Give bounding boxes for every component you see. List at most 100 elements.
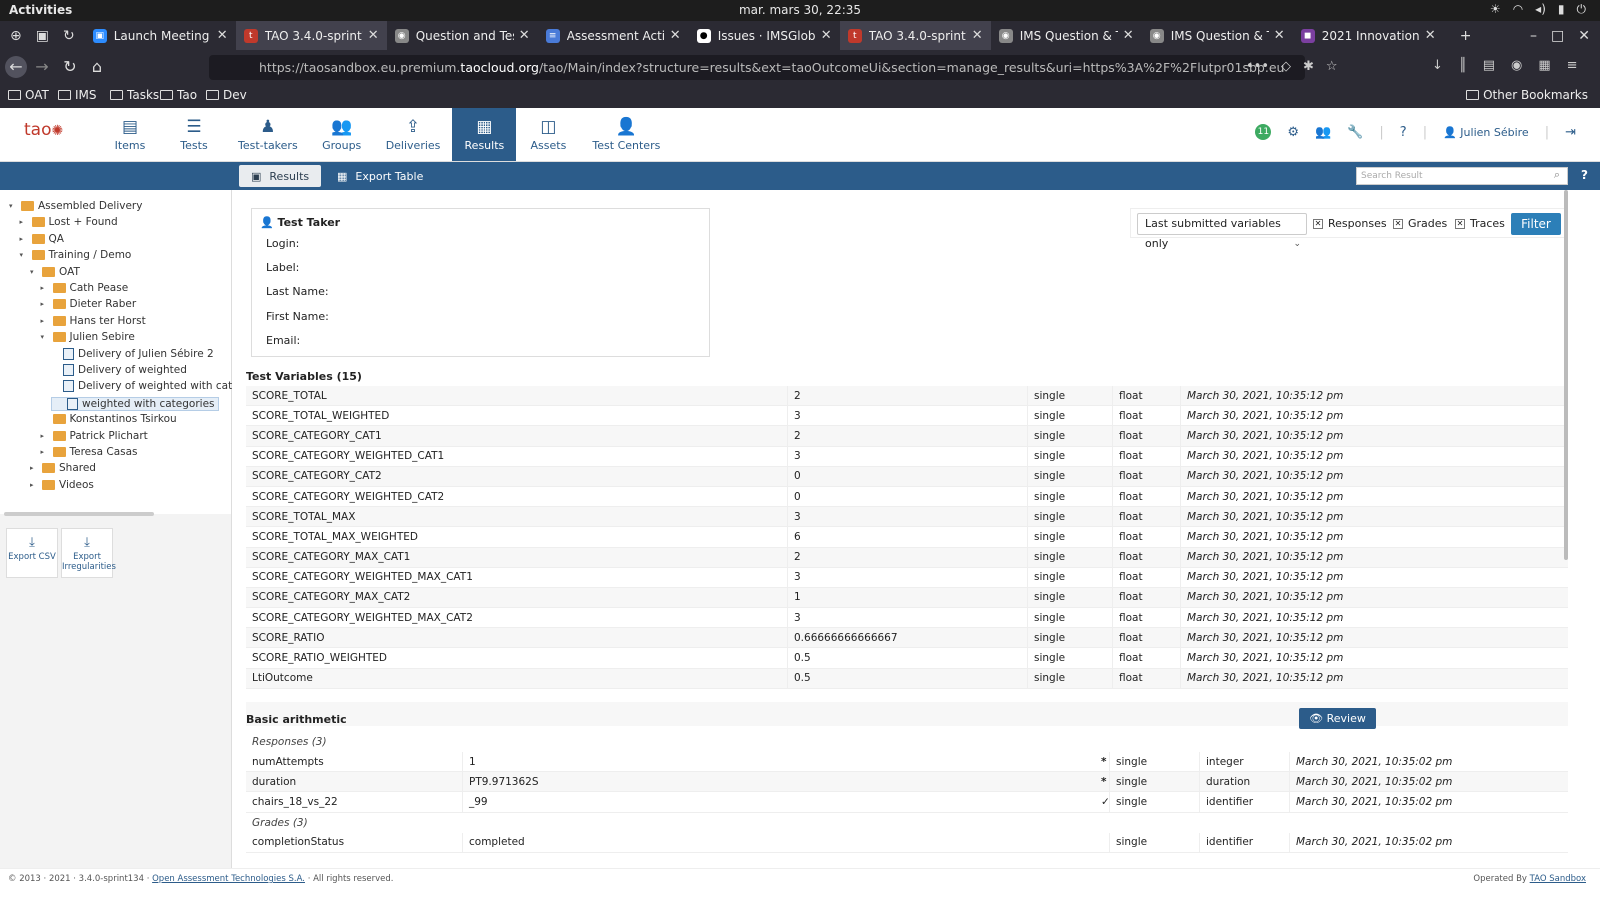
firefox-view-icon[interactable]: ⊕: [10, 28, 22, 44]
user-menu[interactable]: 👤 Julien Sébire: [1443, 126, 1529, 139]
export-table-button[interactable]: ▦ Export Table: [325, 165, 435, 187]
expand-toggle-icon[interactable]: ▾: [9, 202, 17, 210]
close-tab-icon[interactable]: ✕: [821, 28, 832, 43]
power-icon[interactable]: ⏻: [1577, 2, 1587, 17]
nav-items[interactable]: ▤ Items: [98, 108, 162, 161]
more-actions-icon[interactable]: •••: [1246, 59, 1269, 74]
bookmark-star-icon[interactable]: ☆: [1326, 59, 1338, 74]
search-icon[interactable]: ⌕: [1554, 168, 1560, 182]
main-vertical-scrollbar[interactable]: [1564, 190, 1568, 560]
tree-node[interactable]: ▸ Lost + Found: [20, 216, 118, 228]
oat-link[interactable]: Open Assessment Technologies S.A.: [152, 874, 305, 884]
forward-icon[interactable]: →: [31, 56, 53, 78]
tree-node[interactable]: ▾ Training / Demo: [20, 249, 132, 261]
browser-tab[interactable]: ● Issues · IMSGlobal/ ✕: [689, 21, 840, 50]
review-button[interactable]: 👁 Review: [1299, 708, 1376, 729]
tree-node[interactable]: ▸ QA: [20, 233, 64, 245]
tree-node[interactable]: ▸ Shared: [30, 462, 96, 474]
tree-node[interactable]: ▾ OAT: [30, 266, 80, 278]
close-tab-icon[interactable]: ✕: [972, 28, 983, 43]
back-icon[interactable]: ←: [5, 56, 27, 78]
notification-badge[interactable]: 11: [1255, 124, 1272, 140]
clock[interactable]: mar. mars 30, 22:35: [0, 3, 1600, 17]
expand-toggle-icon[interactable]: ▾: [20, 251, 28, 259]
expand-toggle-icon[interactable]: ▾: [41, 333, 49, 341]
nav-deliveries[interactable]: ⇪ Deliveries: [374, 108, 453, 161]
tree-node[interactable]: ▸ Dieter Raber: [41, 298, 137, 310]
tree-node[interactable]: ▾ Assembled Delivery: [9, 200, 142, 212]
tree-horizontal-scrollbar[interactable]: [4, 512, 154, 516]
tools-wrench-icon[interactable]: 🔧: [1347, 125, 1363, 140]
logout-icon[interactable]: ⇥: [1565, 125, 1576, 140]
browser-tab[interactable]: ▣ Launch Meeting - ✕: [85, 21, 236, 50]
browser-tab[interactable]: ◉ IMS Question & Te ✕: [1142, 21, 1293, 50]
nav-results[interactable]: ▦ Results: [452, 108, 517, 161]
expand-toggle-icon[interactable]: ▸: [30, 481, 38, 489]
settings-gears-icon[interactable]: ⚙: [1287, 125, 1299, 140]
loading-tab-icon[interactable]: ↻: [63, 28, 75, 44]
browser-tab[interactable]: ◉ Question and Test ✕: [387, 21, 538, 50]
close-tab-icon[interactable]: ✕: [368, 28, 379, 43]
expand-toggle-icon[interactable]: ▸: [20, 235, 28, 243]
filter-button[interactable]: Filter: [1511, 213, 1561, 235]
extensions-icon[interactable]: ▦: [1538, 58, 1550, 73]
bookmark-folder[interactable]: Dev: [206, 88, 247, 102]
tab-results[interactable]: ▣ Results: [239, 165, 321, 187]
new-tab-icon[interactable]: +: [1460, 28, 1472, 44]
other-bookmarks[interactable]: Other Bookmarks: [1466, 88, 1588, 102]
bookmark-folder[interactable]: Tao: [160, 88, 197, 102]
traces-checkbox[interactable]: ✕ Traces: [1455, 217, 1505, 230]
bookmark-folder[interactable]: IMS: [58, 88, 97, 102]
grades-checkbox[interactable]: ✕ Grades: [1393, 217, 1447, 230]
help-icon[interactable]: ?: [1400, 125, 1407, 140]
tao-logo[interactable]: tao✺: [24, 120, 63, 140]
export-csv-button[interactable]: ⤓ Export CSV: [6, 528, 58, 578]
tree-node[interactable]: Delivery of weighted with categor: [51, 380, 256, 393]
browser-tab[interactable]: ◼ 2021 Innovations ✕: [1293, 21, 1444, 50]
weather-icon[interactable]: ☀: [1490, 2, 1501, 17]
maximize-icon[interactable]: □: [1551, 28, 1564, 44]
bookmark-folder[interactable]: OAT: [8, 88, 49, 102]
nav-tests[interactable]: ☰ Tests: [162, 108, 226, 161]
tree-node[interactable]: ▾ Julien Sebire: [41, 331, 135, 343]
browser-tab[interactable]: ◉ IMS Question & Te ✕: [991, 21, 1142, 50]
responses-checkbox[interactable]: ✕ Responses: [1313, 217, 1387, 230]
tree-node[interactable]: Konstantinos Tsirkou: [41, 413, 177, 425]
bookmark-folder[interactable]: Tasks: [110, 88, 159, 102]
wifi-icon[interactable]: ◠: [1513, 2, 1523, 17]
close-tab-icon[interactable]: ✕: [519, 28, 530, 43]
tree-node[interactable]: Delivery of weighted: [51, 364, 187, 376]
nav-test-takers[interactable]: ♟ Test-takers: [226, 108, 310, 161]
system-tray[interactable]: ☀ ◠ ◂) ▮ ⏻: [1490, 2, 1586, 17]
browser-tab[interactable]: t TAO 3.4.0-sprint13 ✕: [839, 21, 991, 50]
users-icon[interactable]: 👥: [1315, 125, 1331, 140]
library-icon[interactable]: ║: [1459, 58, 1467, 73]
close-tab-icon[interactable]: ✕: [217, 28, 228, 43]
nav-groups[interactable]: 👥 Groups: [310, 108, 374, 161]
close-tab-icon[interactable]: ✕: [1123, 28, 1134, 43]
battery-icon[interactable]: ▮: [1558, 2, 1565, 17]
pinned-tab-icon[interactable]: ▣: [36, 28, 49, 44]
menu-icon[interactable]: ≡: [1567, 58, 1578, 73]
tree-node[interactable]: ▸ Hans ter Horst: [41, 315, 146, 327]
extension-icon[interactable]: ✱: [1303, 59, 1314, 74]
tree-node[interactable]: Delivery of Julien Sébire 2: [51, 347, 214, 360]
browser-tab[interactable]: ≡ Assessment Activi ✕: [538, 21, 689, 50]
browser-tab[interactable]: t TAO 3.4.0-sprint14 ✕: [235, 21, 387, 50]
reload-icon[interactable]: ↻: [59, 56, 81, 78]
downloads-icon[interactable]: ↓: [1432, 58, 1443, 73]
volume-icon[interactable]: ◂): [1535, 2, 1546, 17]
tree-node[interactable]: weighted with categories: [51, 396, 219, 411]
help-icon[interactable]: ?: [1581, 168, 1588, 182]
tree-node[interactable]: ▸ Cath Pease: [41, 282, 129, 294]
tree-node[interactable]: ▸ Patrick Plichart: [41, 430, 148, 442]
tao-sandbox-link[interactable]: TAO Sandbox: [1530, 874, 1586, 884]
close-tab-icon[interactable]: ✕: [1274, 28, 1285, 43]
nav-assets[interactable]: ◫ Assets: [516, 108, 580, 161]
expand-toggle-icon[interactable]: ▸: [41, 448, 49, 456]
expand-toggle-icon[interactable]: ▸: [20, 218, 28, 226]
nav-test-centers[interactable]: 👤 Test Centers: [580, 108, 672, 161]
sidebar-icon[interactable]: ▤: [1483, 58, 1495, 73]
export-irregularities-button[interactable]: ⤓ Export Irregularities: [61, 528, 116, 578]
tree-node[interactable]: ▸ Teresa Casas: [41, 446, 138, 458]
